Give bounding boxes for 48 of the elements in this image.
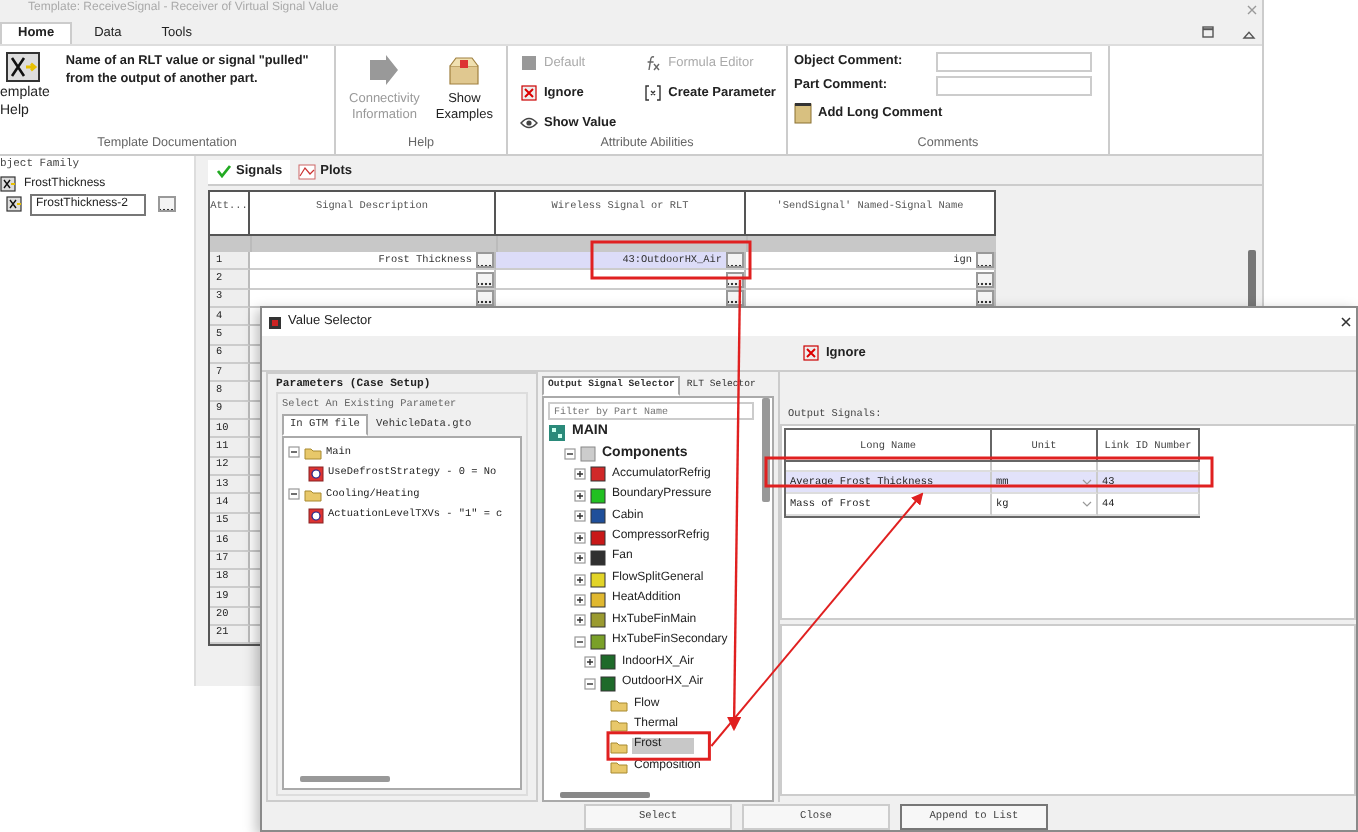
expand-icon[interactable] (574, 593, 586, 606)
table-cell[interactable] (746, 270, 996, 290)
collapse-icon[interactable] (584, 677, 596, 690)
eye-icon (520, 114, 538, 132)
collapse-icon[interactable] (288, 488, 300, 501)
square-icon (580, 445, 596, 462)
chart-icon (298, 163, 317, 179)
square-icon (520, 54, 538, 72)
arrow-icon (368, 54, 401, 86)
scrollbar[interactable] (300, 776, 390, 782)
expand-icon[interactable] (574, 468, 586, 481)
app-icon (268, 315, 282, 329)
expand-icon[interactable] (574, 489, 586, 502)
ignore-icon (520, 84, 538, 102)
template-icon (6, 52, 40, 82)
collapse-icon[interactable] (564, 447, 576, 460)
folder-icon (304, 487, 322, 502)
table-cell[interactable] (250, 270, 496, 290)
parameter-icon (308, 465, 324, 482)
close-icon[interactable] (1340, 316, 1352, 328)
bracket-icon (644, 84, 663, 102)
chevron-icon (1082, 500, 1092, 509)
comment-field[interactable] (936, 52, 1092, 72)
expand-icon[interactable] (584, 656, 596, 669)
comment-field[interactable] (936, 76, 1092, 96)
table-cell[interactable] (496, 270, 746, 290)
restore-icon[interactable] (1202, 26, 1214, 38)
part-icon (6, 196, 22, 213)
box-icon (448, 54, 481, 86)
parameter-icon (308, 507, 324, 524)
collapse-icon[interactable] (574, 635, 586, 648)
collapse-ribbon-icon[interactable] (1242, 30, 1256, 40)
highlight-box (606, 731, 711, 761)
expand-icon[interactable] (574, 531, 586, 544)
function-icon (644, 54, 663, 72)
ellipsis-button[interactable] (158, 196, 176, 213)
network-icon (548, 423, 566, 442)
chevron-icon (1082, 478, 1092, 487)
check-icon (216, 164, 232, 178)
expand-icon[interactable] (574, 510, 586, 523)
collapse-icon[interactable] (288, 446, 300, 459)
ignore-icon (802, 344, 820, 362)
expand-icon[interactable] (574, 573, 586, 586)
scrollbar[interactable] (560, 792, 650, 798)
notebook-icon (794, 102, 812, 124)
expand-icon[interactable] (574, 614, 586, 627)
scrollbar[interactable] (762, 398, 770, 503)
expand-icon[interactable] (574, 552, 586, 565)
